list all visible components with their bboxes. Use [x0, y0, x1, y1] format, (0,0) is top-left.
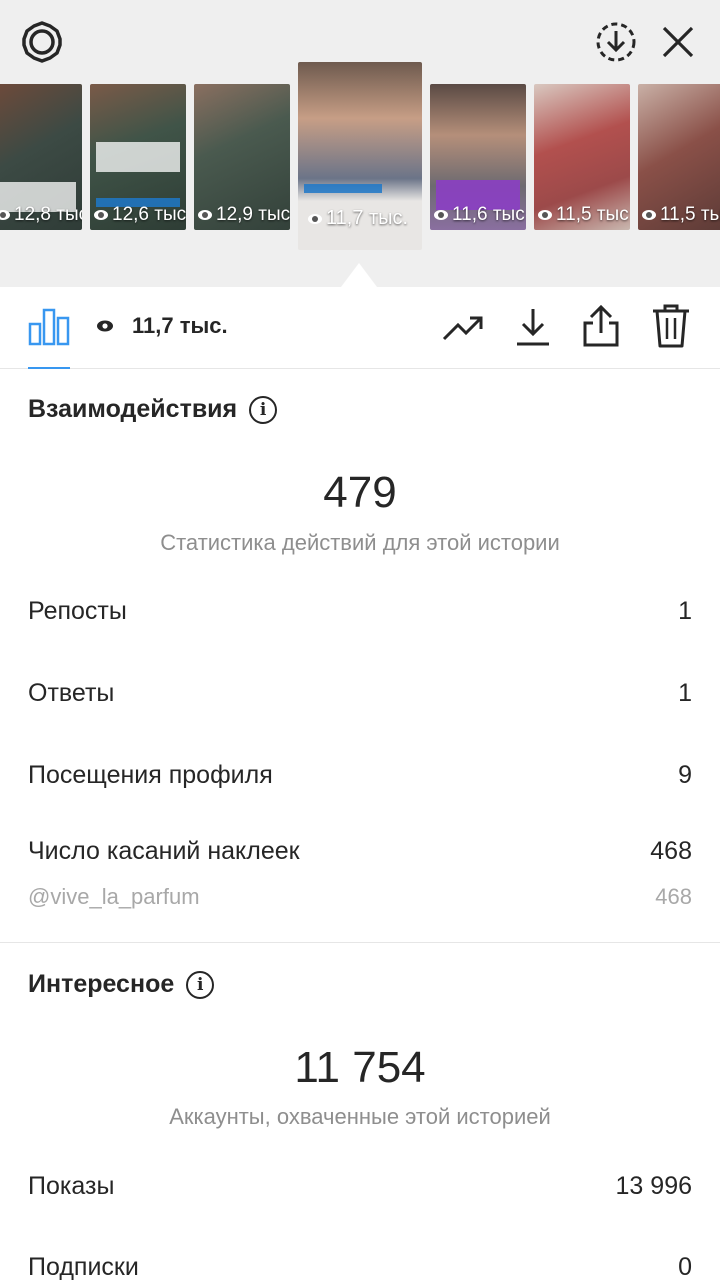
story-thumbnail[interactable]: 11,6 тыс: [430, 84, 526, 230]
download-icon: [517, 309, 549, 346]
story-thumbnail[interactable]: 12,6 тыс: [90, 84, 186, 230]
stat-value: 1: [678, 679, 692, 707]
eye-icon: [94, 210, 108, 220]
close-button[interactable]: [652, 16, 704, 68]
stat-label: Репосты: [28, 597, 127, 625]
stat-label: Ответы: [28, 679, 115, 707]
eye-icon: [308, 213, 322, 224]
thumbnail-views: 11,5 тыс: [556, 204, 629, 225]
story-thumbnail[interactable]: 11,5 тыс: [534, 84, 630, 230]
stat-row-sticker-mention: @vive_la_parfum 468: [28, 884, 692, 910]
story-thumbnail[interactable]: 11,5 тыс: [638, 84, 720, 230]
views-count: 11,7 тыс.: [96, 313, 228, 339]
stat-value: 9: [678, 761, 692, 789]
stat-value: 1: [678, 597, 692, 625]
stat-label: Подписки: [28, 1253, 139, 1280]
thumbnail-views: 12,9 тыс: [216, 204, 290, 225]
trash-icon: [653, 304, 689, 348]
thumbnail-views: 11,5 тыс: [660, 204, 720, 225]
promote-button[interactable]: [438, 303, 488, 353]
story-thumbnails: 12,8 тыс 12,6 тыс 12,9 тыс 11,7 тыс. 11,…: [0, 62, 720, 254]
discovery-subtitle: Аккаунты, охваченные этой историей: [169, 1104, 551, 1129]
bar-chart-icon: [28, 308, 70, 346]
views-value: 11,7 тыс.: [132, 313, 228, 338]
stat-row-replies: Ответы 1: [28, 679, 692, 708]
interactions-title-text: Взаимодействия: [28, 395, 238, 423]
stat-row-sticker-taps: Число касаний наклеек 468: [28, 837, 692, 866]
discovery-title: Интересное i: [28, 970, 215, 999]
discovery-title-text: Интересное: [28, 970, 175, 998]
thumbnail-views: 12,6 тыс: [112, 204, 186, 225]
active-tab-indicator: [28, 367, 70, 369]
selection-pointer: [341, 263, 377, 287]
delete-button[interactable]: [646, 299, 696, 353]
info-icon[interactable]: i: [186, 970, 215, 999]
download-button[interactable]: [508, 301, 558, 353]
interactions-subtitle: Статистика действий для этой истории: [160, 530, 560, 555]
interactions-title: Взаимодействия i: [28, 395, 278, 424]
stat-value: 13 996: [615, 1172, 692, 1200]
eye-icon: [0, 210, 10, 220]
stat-row-profile-visits: Посещения профиля 9: [28, 761, 692, 790]
story-thumbnail[interactable]: 12,8 тыс: [0, 84, 82, 230]
thumbnail-views: 11,7 тыс.: [326, 207, 409, 229]
stat-label: Показы: [28, 1172, 115, 1200]
eye-icon: [198, 210, 212, 220]
thumbnail-views: 11,6 тыс: [452, 204, 525, 225]
share-icon: [583, 304, 619, 347]
stat-label: @vive_la_parfum: [28, 884, 200, 909]
stat-label: Посещения профиля: [28, 761, 273, 789]
stat-label: Число касаний наклеек: [28, 837, 300, 865]
eye-icon: [434, 210, 448, 220]
save-story-button[interactable]: [590, 16, 642, 68]
story-thumbnail-selected[interactable]: 11,7 тыс.: [298, 62, 422, 250]
settings-button[interactable]: [16, 16, 68, 68]
stat-value: 468: [650, 837, 692, 865]
share-button[interactable]: [576, 299, 626, 353]
stat-row-impressions: Показы 13 996: [28, 1172, 692, 1201]
stat-value: 468: [655, 884, 692, 909]
insights-tab[interactable]: [22, 301, 76, 351]
story-thumbnail[interactable]: 12,9 тыс: [194, 84, 290, 230]
insights-toolbar: 11,7 тыс.: [0, 287, 720, 369]
eye-icon: [642, 210, 656, 220]
discovery-total: 11 754: [294, 1043, 426, 1092]
trending-up-icon: [442, 316, 483, 341]
section-divider: [0, 942, 720, 943]
stat-row-follows: Подписки 0: [28, 1253, 692, 1280]
eye-icon: [97, 320, 113, 332]
info-icon[interactable]: i: [249, 395, 278, 424]
interactions-total: 479: [323, 468, 397, 517]
download-circle-icon: [596, 22, 636, 62]
stories-strip: 12,8 тыс 12,6 тыс 12,9 тыс 11,7 тыс. 11,…: [0, 0, 720, 287]
eye-icon: [538, 210, 552, 220]
gear-icon: [22, 21, 62, 63]
stat-row-reposts: Репосты 1: [28, 597, 692, 626]
close-icon: [662, 26, 694, 58]
thumbnail-views: 12,8 тыс: [14, 204, 82, 225]
stat-value: 0: [678, 1253, 692, 1280]
